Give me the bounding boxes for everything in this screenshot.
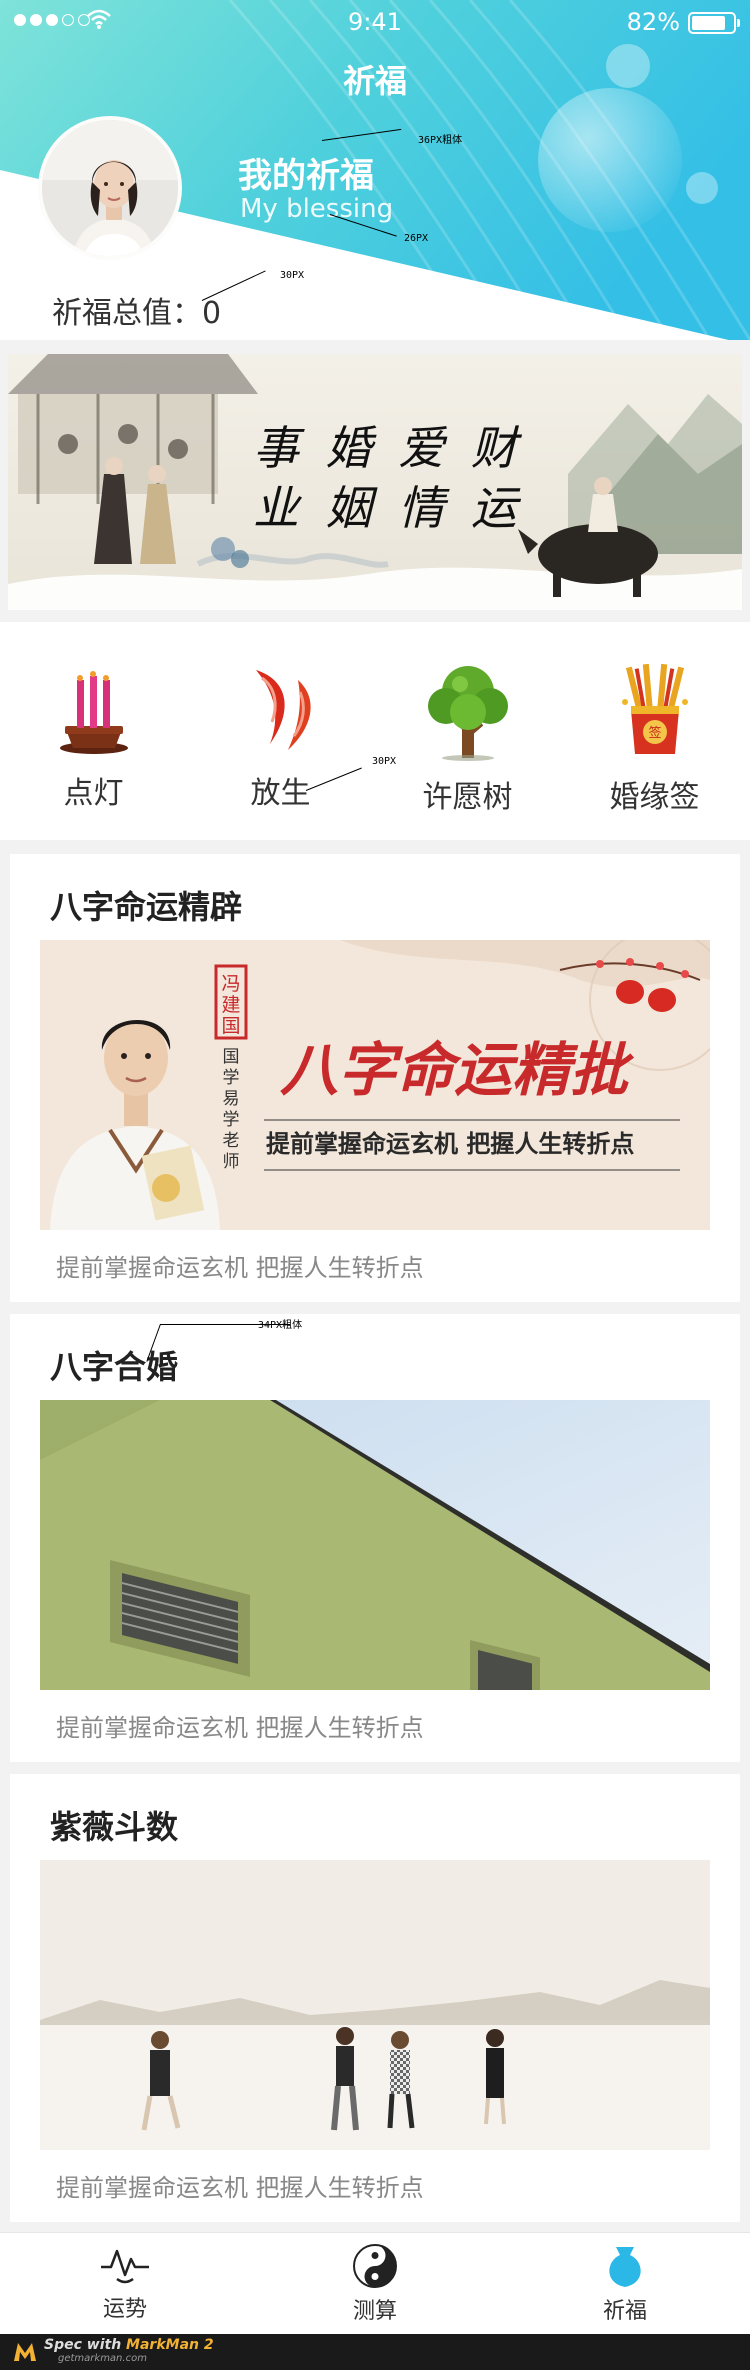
- card-title: 八字合婚: [50, 1348, 179, 1386]
- koi-fish-icon: [255, 670, 311, 750]
- banner-calligraphy-row2: 业 姻 情 运: [253, 481, 523, 535]
- my-blessing-subtitle: My blessing: [240, 194, 394, 224]
- service-label: 婚缘签: [609, 780, 700, 815]
- blessing-services: 点灯 放生 许愿树 签 婚缘签 30PX: [0, 622, 750, 840]
- spec-note-subtitle: 26PX: [404, 233, 429, 244]
- service-wish-tree[interactable]: 许愿树: [374, 662, 561, 816]
- poster-vertical-caption: 国学易学老师: [223, 1047, 240, 1172]
- blessing-total-label: 祈福总值：: [52, 296, 202, 331]
- poster-caption-char: 易: [223, 1089, 240, 1109]
- spec-note-card: 34PX粗体: [258, 1320, 303, 1331]
- poster-caption-char: 老: [223, 1131, 240, 1151]
- card-bazi-destiny[interactable]: 八字命运精辟 冯 建 国 国 学 易 学 老 师 八字命运精批 提前掌握命运玄机…: [10, 854, 740, 1302]
- card-title: 紫薇斗数: [50, 1808, 179, 1846]
- avatar[interactable]: [38, 116, 182, 260]
- tab-blessing[interactable]: 祈福: [500, 2243, 750, 2325]
- service-light-lamp[interactable]: 点灯: [0, 662, 187, 812]
- card-description: 提前掌握命运玄机 把握人生转折点: [56, 2174, 424, 2202]
- service-marriage-lot[interactable]: 签 婚缘签: [561, 662, 748, 816]
- desert-people-image: [40, 1860, 710, 2150]
- card-description: 提前掌握命运玄机 把握人生转折点: [56, 1254, 424, 1282]
- svg-text:签: 签: [648, 725, 661, 741]
- card-photo: [40, 1860, 710, 2150]
- spec-note-icon: 30PX: [372, 756, 397, 767]
- nav-title: 祈福: [342, 62, 407, 100]
- poster-caption-char: 师: [223, 1152, 240, 1172]
- profile-header: 9:41 82% 祈福 我的祈福 My blessing 祈福总值：0 36PX…: [0, 0, 750, 340]
- blessing-banner[interactable]: 事 婚 爱 财 业 姻 情 运: [8, 354, 742, 610]
- markman-url: getmarkman.com: [58, 2353, 147, 2364]
- service-release-life[interactable]: 放生: [187, 662, 374, 812]
- poster-name-seal-char: 建: [221, 994, 240, 1016]
- blessing-total: 祈福总值：0: [52, 288, 221, 332]
- marriage-lot-icon: 签: [621, 663, 688, 754]
- card-title: 八字命运精辟: [50, 888, 243, 926]
- banner-calligraphy-row1: 事 婚 爱 财: [253, 421, 523, 475]
- tab-calculate[interactable]: 测算: [250, 2243, 500, 2325]
- battery-percent: 82%: [626, 8, 680, 36]
- card-bazi-marriage[interactable]: 八字合婚 提前掌握命运玄机 把握人生转折点 34PX粗体: [10, 1314, 740, 1762]
- spec-note-title: 36PX粗体: [418, 135, 463, 146]
- markman-brand: MarkMan 2: [126, 2337, 214, 2353]
- incense-icon: [59, 671, 128, 754]
- markman-prefix: Spec with: [44, 2337, 127, 2353]
- service-label: 许愿树: [422, 780, 513, 815]
- markman-footer: Spec with MarkMan 2 getmarkman.com: [0, 2334, 750, 2370]
- poster-headline: 八字命运精批: [280, 1036, 635, 1104]
- battery-icon: [688, 12, 740, 34]
- tab-label: 运势: [102, 2297, 147, 2322]
- building-wall-image: [40, 1400, 710, 1690]
- ink-painting-image: 事 婚 爱 财 业 姻 情 运: [8, 354, 742, 610]
- service-label: 点灯: [63, 776, 124, 811]
- poster-caption-char: 学: [223, 1110, 240, 1130]
- poster-caption-char: 国: [223, 1047, 240, 1067]
- status-bar: 9:41 82%: [0, 0, 750, 44]
- bazi-poster-image: 冯 建 国 国学易学老师 八字命运精批 提前掌握命运玄机 把握人生转折点: [40, 940, 710, 1230]
- poster-tagline: 提前掌握命运玄机 把握人生转折点: [266, 1130, 634, 1158]
- poster-name-seal-char: 国: [221, 1015, 240, 1037]
- tab-label: 测算: [352, 2299, 397, 2324]
- poster-caption-char: 学: [223, 1068, 240, 1088]
- yin-yang-icon: [353, 2244, 397, 2288]
- blessing-bag-icon: [609, 2247, 641, 2287]
- wish-tree-icon: [427, 666, 508, 761]
- tab-fortune[interactable]: 运势: [0, 2243, 250, 2323]
- markman-label: Spec with MarkMan 2: [44, 2337, 214, 2353]
- card-description: 提前掌握命运玄机 把握人生转折点: [56, 1714, 424, 1742]
- bottom-tab-bar: 运势 测算 祈福: [0, 2232, 750, 2334]
- blessing-total-value: 0: [202, 296, 222, 331]
- my-blessing-title: 我的祈福: [238, 156, 374, 196]
- card-photo: [40, 1400, 710, 1690]
- pulse-icon: [101, 2249, 149, 2284]
- card-poster: 冯 建 国 国学易学老师 八字命运精批 提前掌握命运玄机 把握人生转折点: [40, 940, 710, 1230]
- markman-logo-icon: [14, 2343, 36, 2361]
- poster-name-seal-char: 冯: [221, 973, 240, 995]
- spec-note-total: 30PX: [280, 270, 305, 281]
- card-ziwei-doushu[interactable]: 紫薇斗数 提前掌握命运玄机 把握人生转折点: [10, 1774, 740, 2222]
- blessing-page: 9:41 82% 祈福 我的祈福 My blessing 祈福总值：0 36PX…: [0, 0, 750, 2370]
- tab-label: 祈福: [602, 2299, 647, 2324]
